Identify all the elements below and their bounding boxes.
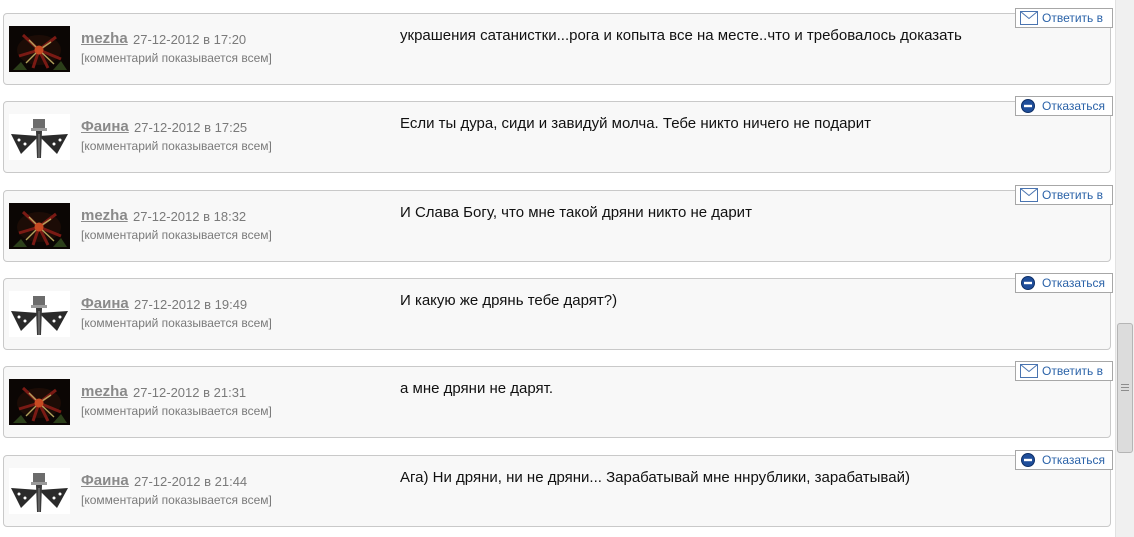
visibility-note: [комментарий показывается всем]	[81, 228, 272, 242]
comment-item: mezha 27-12-2012 в 21:31 [комментарий по…	[3, 361, 1113, 438]
comment-date: 27-12-2012 в 21:31	[133, 385, 247, 400]
author-link[interactable]: Фаина	[81, 472, 129, 489]
action-label: Ответить в	[1042, 11, 1104, 25]
comment-text: Ага) Ни дряни, ни не дряни... Зарабатыва…	[400, 469, 910, 486]
action-label: Отказаться	[1042, 276, 1106, 290]
visibility-note: [комментарий показывается всем]	[81, 139, 272, 153]
envelope-icon	[1020, 11, 1038, 25]
avatar[interactable]	[9, 26, 70, 72]
avatar[interactable]	[9, 379, 70, 425]
visibility-note: [комментарий показывается всем]	[81, 316, 272, 330]
envelope-icon	[1020, 188, 1038, 202]
avatar[interactable]	[9, 468, 70, 514]
minus-circle-icon	[1020, 453, 1038, 467]
comment-item: Фаина 27-12-2012 в 21:44 [комментарий по…	[3, 450, 1113, 527]
comment-date: 27-12-2012 в 19:49	[134, 297, 248, 312]
action-button[interactable]: Отказаться	[1015, 96, 1113, 116]
comment-item: Фаина 27-12-2012 в 19:49 [комментарий по…	[3, 273, 1113, 350]
avatar[interactable]	[9, 114, 70, 160]
author-link[interactable]: Фаина	[81, 118, 129, 135]
avatar[interactable]	[9, 203, 70, 249]
minus-circle-icon	[1020, 99, 1038, 113]
comment-date: 27-12-2012 в 21:44	[134, 474, 248, 489]
author-link[interactable]: mezha	[81, 207, 128, 224]
comment-text: И Слава Богу, что мне такой дряни никто …	[400, 204, 752, 221]
comment-date: 27-12-2012 в 17:25	[134, 120, 248, 135]
action-label: Отказаться	[1042, 453, 1106, 467]
action-button[interactable]: Отказаться	[1015, 450, 1113, 470]
action-button[interactable]: Отказаться	[1015, 273, 1113, 293]
comment-text: украшения сатанистки...рога и копыта все…	[400, 27, 962, 44]
minus-circle-icon	[1020, 276, 1038, 290]
comment-date: 27-12-2012 в 17:20	[133, 32, 247, 47]
action-label: Отказаться	[1042, 99, 1106, 113]
comment-item: mezha 27-12-2012 в 18:32 [комментарий по…	[3, 185, 1113, 262]
action-label: Ответить в	[1042, 188, 1104, 202]
vertical-scrollbar[interactable]	[1115, 0, 1134, 537]
comment-text: Если ты дура, сиди и завидуй молча. Тебе…	[400, 115, 872, 132]
visibility-note: [комментарий показывается всем]	[81, 404, 272, 418]
visibility-note: [комментарий показывается всем]	[81, 493, 272, 507]
action-button[interactable]: Ответить в	[1015, 8, 1113, 28]
scrollbar-thumb[interactable]	[1117, 323, 1133, 453]
action-button[interactable]: Ответить в	[1015, 185, 1113, 205]
author-link[interactable]: Фаина	[81, 295, 129, 312]
visibility-note: [комментарий показывается всем]	[81, 51, 272, 65]
action-button[interactable]: Ответить в	[1015, 361, 1113, 381]
comment-text: а мне дряни не дарят.	[400, 380, 554, 397]
comment-item: Фаина 27-12-2012 в 17:25 [комментарий по…	[3, 96, 1113, 173]
action-label: Ответить в	[1042, 364, 1104, 378]
grip-icon	[1121, 384, 1129, 393]
comment-item: mezha 27-12-2012 в 17:20 [комментарий по…	[3, 8, 1113, 85]
author-link[interactable]: mezha	[81, 30, 128, 47]
author-link[interactable]: mezha	[81, 383, 128, 400]
avatar[interactable]	[9, 291, 70, 337]
comment-date: 27-12-2012 в 18:32	[133, 209, 247, 224]
envelope-icon	[1020, 364, 1038, 378]
comment-text: И какую же дрянь тебе дарят?)	[400, 292, 618, 309]
